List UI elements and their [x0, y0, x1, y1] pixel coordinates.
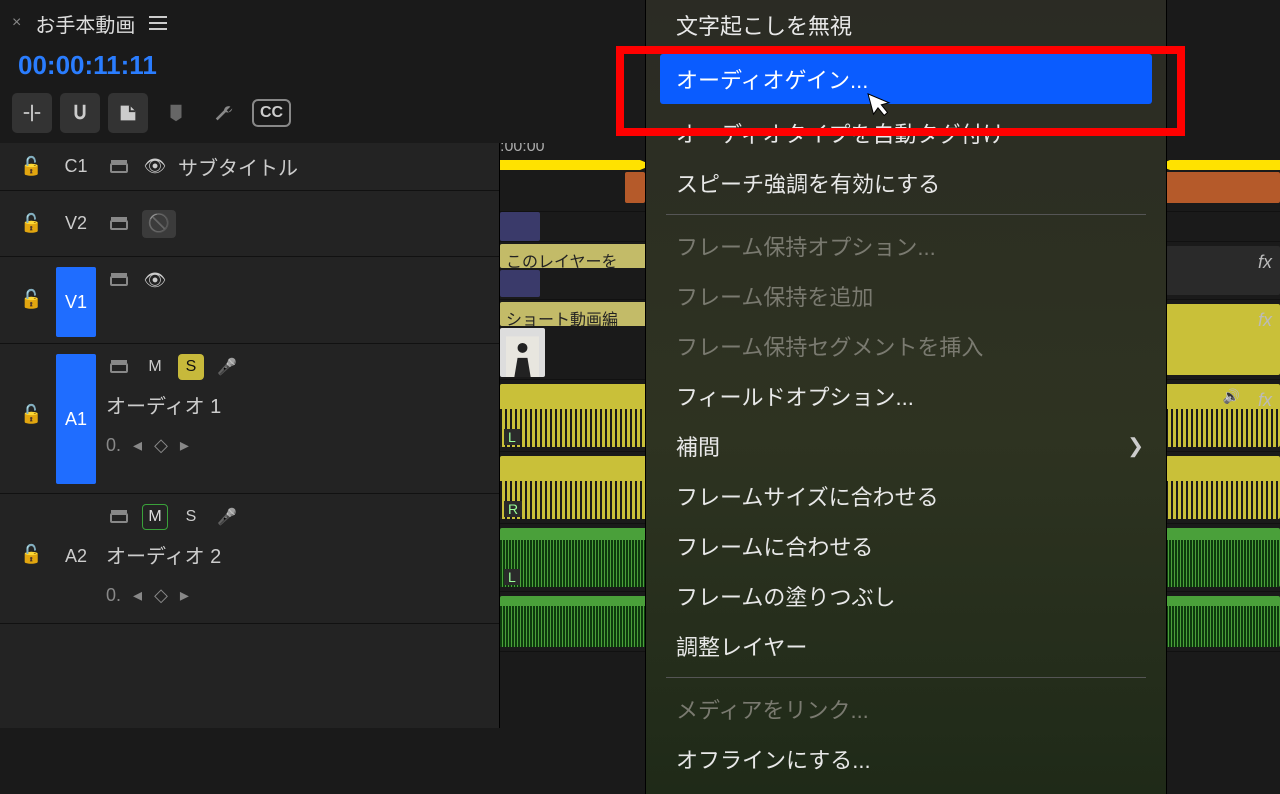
menu-separator — [666, 677, 1146, 678]
sync-lock-icon[interactable] — [106, 354, 132, 380]
lock-icon[interactable] — [20, 213, 42, 234]
track-headers-panel: C1 サブタイトル V2 V1 A1 M — [0, 143, 500, 728]
menu-item[interactable]: オーディオゲイン... — [660, 54, 1152, 104]
video-clip[interactable]: fx — [1166, 304, 1280, 375]
menu-item[interactable]: フレームの塗りつぶし — [646, 571, 1166, 621]
snap-button[interactable] — [60, 93, 100, 133]
mute-button[interactable]: M — [142, 504, 168, 530]
linked-selection-button[interactable] — [108, 93, 148, 133]
menu-item[interactable]: スピーチ強調を有効にする — [646, 158, 1166, 208]
audio-clip[interactable] — [1166, 456, 1280, 519]
track-id[interactable]: C1 — [56, 156, 96, 177]
track-a2[interactable]: A2 M S オーディオ 2 0.◂◇▸ — [0, 494, 499, 624]
mute-button[interactable]: M — [142, 354, 168, 380]
sync-lock-icon[interactable] — [106, 211, 132, 237]
ruler-tick: :00:00 — [500, 143, 544, 156]
video-clip[interactable]: ショート動画編 — [500, 302, 650, 326]
fx-icon: fx — [1258, 310, 1272, 331]
menu-item[interactable]: フレームサイズに合わせる — [646, 471, 1166, 521]
captions-button[interactable]: CC — [252, 99, 291, 127]
caption-clip[interactable] — [1165, 172, 1280, 203]
fx-icon: fx — [1258, 390, 1272, 411]
sync-lock-icon[interactable] — [106, 267, 132, 293]
menu-item[interactable]: オーディオタイプを自動タグ付け — [646, 108, 1166, 158]
clip-thumbnail[interactable] — [500, 212, 540, 241]
sync-lock-icon[interactable] — [106, 154, 132, 180]
audio-clip[interactable] — [1166, 596, 1280, 647]
track-id[interactable]: V2 — [56, 213, 96, 234]
track-label: オーディオ 2 — [106, 540, 240, 569]
menu-item[interactable]: 補間❯ — [646, 421, 1166, 471]
audio-clip[interactable] — [1166, 528, 1280, 587]
menu-item[interactable]: オフラインにする... — [646, 734, 1166, 784]
menu-item[interactable]: 調整レイヤー — [646, 621, 1166, 671]
track-id[interactable]: A1 — [56, 354, 96, 484]
insert-mode-button[interactable] — [12, 93, 52, 133]
track-v2[interactable]: V2 — [0, 191, 499, 257]
menu-item: メディアをリンク... — [646, 684, 1166, 734]
keyframe-controls[interactable]: 0.◂◇▸ — [106, 579, 240, 606]
clip-thumbnail[interactable] — [500, 270, 540, 297]
menu-item: フレーム保持セグメントを挿入 — [646, 321, 1166, 371]
audio-clip[interactable]: fx — [1166, 384, 1280, 447]
menu-item: フレーム保持オプション... — [646, 221, 1166, 271]
chevron-right-icon: ❯ — [1127, 434, 1144, 459]
sequence-name: お手本動画 — [35, 9, 135, 38]
voiceover-icon[interactable] — [214, 504, 240, 530]
settings-wrench-button[interactable] — [204, 93, 244, 133]
track-v1[interactable]: V1 — [0, 257, 499, 344]
audio-clip[interactable]: R — [500, 456, 650, 519]
audio-clip[interactable]: L — [500, 528, 650, 587]
menu-item[interactable]: 文字起こしを無視 — [646, 0, 1166, 50]
menu-item[interactable]: フィールドオプション... — [646, 371, 1166, 421]
lock-icon[interactable] — [20, 156, 42, 177]
menu-separator — [666, 214, 1146, 215]
caption-clip[interactable] — [625, 172, 645, 203]
speaker-icon — [1223, 388, 1240, 406]
lock-icon[interactable] — [20, 544, 42, 565]
track-c1[interactable]: C1 サブタイトル — [0, 143, 499, 191]
lock-icon[interactable] — [20, 404, 42, 425]
marker-button[interactable] — [156, 93, 196, 133]
audio-clip[interactable] — [500, 596, 650, 647]
audio-clip[interactable]: L — [500, 384, 650, 447]
context-menu[interactable]: 文字起こしを無視オーディオゲイン...オーディオタイプを自動タグ付けスピーチ強調… — [646, 0, 1166, 794]
video-clip[interactable]: このレイヤーを — [500, 244, 650, 268]
toggle-track-output[interactable] — [142, 210, 176, 238]
menu-item[interactable]: フレームに合わせる — [646, 521, 1166, 571]
lock-icon[interactable] — [20, 289, 42, 310]
fx-icon: fx — [1258, 252, 1272, 273]
video-clip[interactable]: fx — [1166, 246, 1280, 295]
solo-button[interactable]: S — [178, 354, 204, 380]
track-label: オーディオ 1 — [106, 390, 240, 419]
panel-menu-icon[interactable] — [149, 16, 167, 30]
solo-button[interactable]: S — [178, 504, 204, 530]
track-id[interactable]: A2 — [56, 546, 96, 567]
track-id[interactable]: V1 — [56, 267, 96, 337]
track-label: サブタイトル — [178, 152, 298, 181]
eye-icon[interactable] — [142, 267, 168, 293]
keyframe-controls[interactable]: 0.◂◇▸ — [106, 429, 240, 456]
clip-thumbnail — [500, 328, 545, 377]
track-a1[interactable]: A1 M S オーディオ 1 0.◂◇▸ — [0, 344, 499, 494]
sync-lock-icon[interactable] — [106, 504, 132, 530]
eye-icon[interactable] — [142, 154, 168, 180]
menu-item: フレーム保持を追加 — [646, 271, 1166, 321]
voiceover-icon[interactable] — [214, 354, 240, 380]
